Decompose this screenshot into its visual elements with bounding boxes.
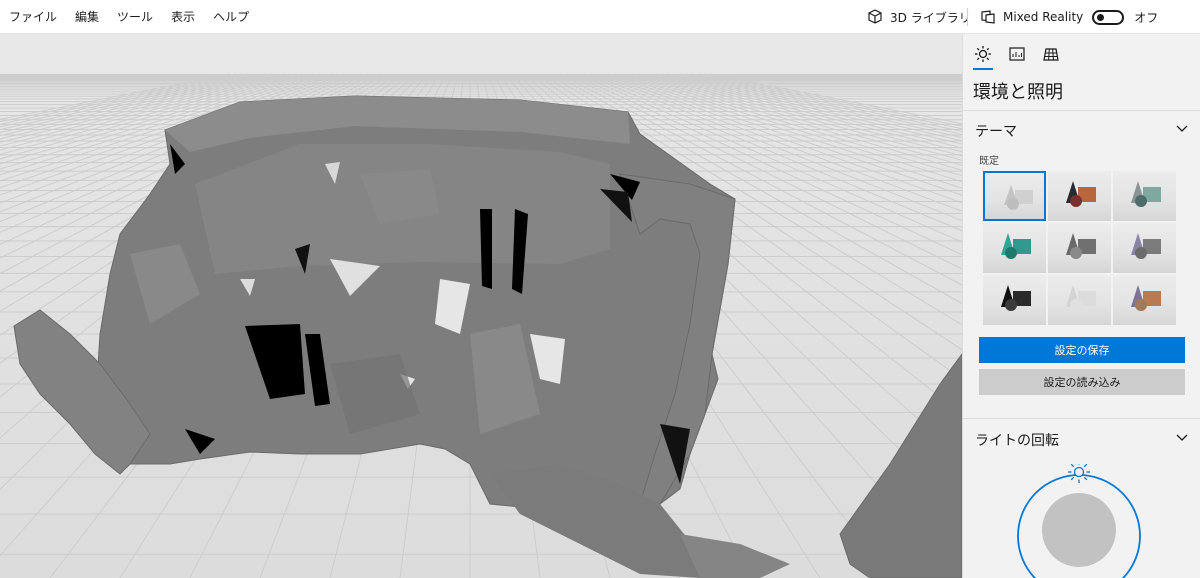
light-rotation-dial[interactable]	[1017, 464, 1147, 578]
3d-library-label: 3D ライブラリ	[890, 10, 971, 25]
menu-file[interactable]: ファイル	[0, 0, 66, 34]
menu-items: ファイル 編集 ツール 表示 ヘルプ	[0, 0, 258, 34]
mixed-reality-icon	[981, 10, 995, 24]
panel-tabs	[971, 42, 1073, 70]
theme-swatch-teal[interactable]	[983, 223, 1046, 273]
theme-swatch-black[interactable]	[983, 275, 1046, 325]
chevron-down-icon	[1176, 434, 1188, 441]
theme-swatch-dark-orange[interactable]	[1048, 171, 1111, 221]
save-settings-button[interactable]: 設定の保存	[979, 337, 1185, 363]
mixed-reality-control: Mixed Reality オフ	[979, 0, 1158, 34]
tab-statistics[interactable]	[1005, 42, 1029, 66]
theme-swatch-gray[interactable]	[1048, 223, 1111, 273]
theme-preview-icon	[1131, 233, 1161, 259]
light-rotation-section-header[interactable]: ライトの回転	[975, 430, 1189, 450]
theme-swatch-purple-gray[interactable]	[1113, 223, 1176, 273]
theme-preview-icon	[1066, 233, 1096, 259]
3d-viewport[interactable]	[0, 34, 962, 578]
light-rotation-label: ライトの回転	[975, 433, 1059, 449]
divider	[963, 110, 1200, 111]
theme-swatch-grid	[983, 171, 1189, 325]
menu-bar: ファイル 編集 ツール 表示 ヘルプ 3D ライブラリ Mixed Realit…	[0, 0, 1200, 34]
3d-library-button[interactable]: 3D ライブラリ	[866, 0, 971, 34]
mixed-reality-toggle[interactable]	[1092, 9, 1125, 25]
menu-tools[interactable]: ツール	[108, 0, 162, 34]
light-preview-sphere	[1042, 493, 1116, 567]
theme-swatch-purple-orange[interactable]	[1113, 275, 1176, 325]
theme-swatch-light[interactable]	[1048, 275, 1111, 325]
cube-icon	[868, 9, 882, 24]
theme-preview-icon	[1066, 181, 1096, 207]
theme-swatch-teal-gray[interactable]	[1113, 171, 1176, 221]
panel-title: 環境と照明	[973, 82, 1063, 103]
toolbar-separator	[967, 8, 968, 26]
theme-preview-icon	[1131, 181, 1161, 207]
environment-lighting-panel: 環境と照明 テーマ 既定 設定の保存 設定の読み込み ライトの回転	[962, 34, 1200, 578]
theme-preview-icon	[1004, 185, 1033, 210]
theme-section-label: テーマ	[975, 124, 1017, 140]
menu-view[interactable]: 表示	[162, 0, 204, 34]
mixed-reality-label: Mixed Reality	[1003, 10, 1084, 24]
sun-icon	[975, 46, 991, 62]
tab-grid[interactable]	[1039, 42, 1063, 66]
theme-section-header[interactable]: テーマ	[975, 121, 1189, 141]
chevron-down-icon	[1176, 125, 1188, 132]
toggle-state-label: オフ	[1134, 10, 1159, 25]
stats-icon	[1009, 47, 1025, 61]
theme-preview-icon	[1131, 285, 1161, 311]
toggle-knob	[1097, 13, 1105, 21]
grid-icon	[1043, 48, 1059, 61]
viewport-scene	[0, 34, 962, 578]
sun-handle-icon[interactable]	[1068, 464, 1090, 483]
menu-help[interactable]: ヘルプ	[204, 0, 258, 34]
theme-preview-icon	[1066, 285, 1096, 311]
theme-default-label: 既定	[979, 156, 999, 167]
theme-swatch-default[interactable]	[983, 171, 1046, 221]
theme-preview-icon	[1001, 285, 1031, 311]
menu-edit[interactable]: 編集	[66, 0, 108, 34]
theme-preview-icon	[1001, 233, 1031, 259]
divider	[963, 418, 1200, 419]
load-settings-button[interactable]: 設定の読み込み	[979, 369, 1185, 395]
tab-environment[interactable]	[971, 42, 995, 70]
